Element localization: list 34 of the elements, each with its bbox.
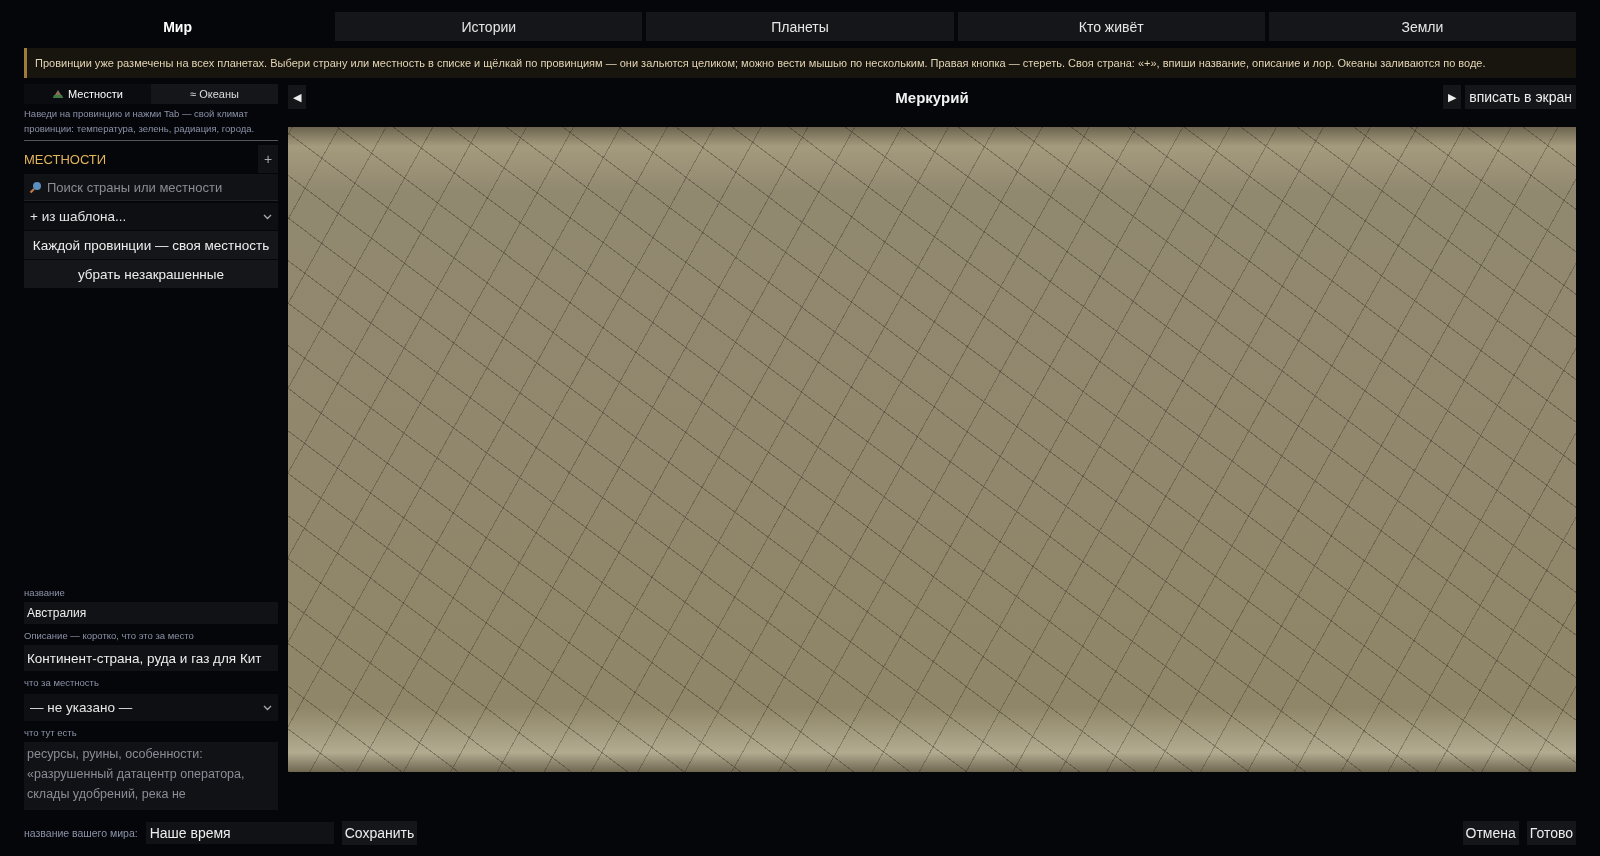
field-label: что за местность: [24, 677, 100, 688]
done-button[interactable]: Готово: [1526, 821, 1576, 845]
next-button[interactable]: ▶: [1443, 85, 1462, 109]
previous-button[interactable]: ◀: [288, 85, 306, 109]
action-button[interactable]: убрать незакрашенные: [24, 260, 278, 288]
cancel-button[interactable]: Отмена: [1462, 821, 1519, 845]
template-select[interactable]: + из шаблона...: [24, 203, 278, 230]
contents-textarea[interactable]: ресурсы, руины, особенности: «разрушенный датацентр оператора, склады удобрений, река не: [24, 742, 278, 810]
nav-tab[interactable]: Истории: [335, 12, 643, 41]
planet-map-image[interactable]: [288, 127, 1576, 772]
field-label: название: [24, 587, 66, 598]
world-name-label: название вашего мира:: [24, 827, 138, 839]
save-button[interactable]: Сохранить: [341, 821, 418, 845]
nav-tab[interactable]: Планеты: [646, 12, 954, 41]
section-title: МЕСТНОСТИ: [24, 151, 107, 167]
nav-tab[interactable]: Кто живёт: [957, 12, 1265, 41]
hint-text: Наведи на провинцию и нажми Tab — свой климат провинции: температура, зелень, радиация, города.: [24, 104, 278, 141]
search-field[interactable]: Поиск страны или местности: [24, 174, 278, 201]
action-button[interactable]: Каждой провинции — своя местность: [24, 231, 278, 259]
fit-screen-button[interactable]: вписать в экран: [1465, 85, 1576, 109]
field-label: Описание — коротко, что это за место: [24, 630, 195, 641]
field-label: что тут есть: [24, 727, 78, 738]
world-name-input[interactable]: Наше время: [145, 822, 334, 844]
type-select[interactable]: — не указано —: [24, 694, 278, 721]
add-button[interactable]: +: [258, 145, 278, 173]
mode-tab[interactable]: Местности: [24, 84, 151, 104]
chevron-down-icon: [263, 704, 272, 711]
chevron-down-icon: [263, 213, 272, 220]
info-banner: Провинции уже размечены на всех планетах. Выбери страну или местность в списке и щёлкай по провинциям — они зальются целиком; можно вести мышью по нескольким. Правая кнопка — стереть. Своя страна: «+», впиши название, описание и лор. Океаны заливаются по воде.: [24, 48, 1576, 78]
planet-title: Меркурий: [895, 88, 969, 106]
nav-tab[interactable]: Земли: [1268, 12, 1576, 41]
mountain-icon: [52, 89, 65, 99]
name-input[interactable]: Австралия: [24, 602, 278, 624]
description-input[interactable]: Континент-страна, руда и газ для Кит: [24, 645, 278, 671]
